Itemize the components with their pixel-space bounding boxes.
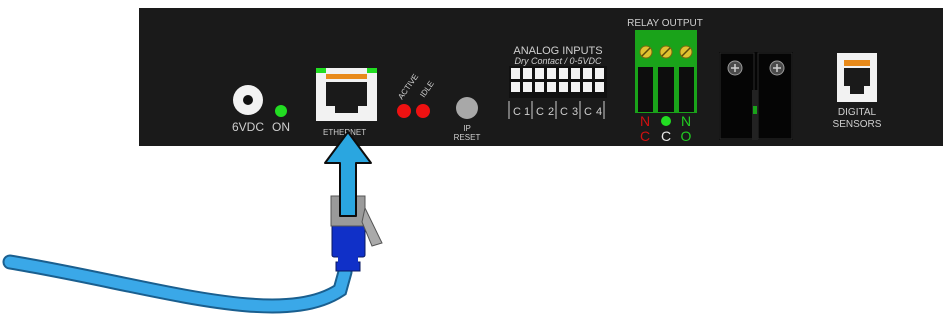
power-jack	[233, 85, 263, 115]
power-on-led	[275, 105, 287, 117]
relay-no-bottom: O	[681, 128, 692, 144]
idle-led	[416, 104, 430, 118]
relay-terminal-block	[635, 30, 697, 113]
digital-sensors-label-line1: DIGITAL	[838, 107, 877, 118]
power-label: 6VDC	[232, 120, 264, 134]
ip-reset-label-line2: RESET	[454, 133, 481, 142]
relay-nc-top: N	[640, 113, 650, 129]
analog-channel-c: C	[584, 106, 592, 118]
ip-reset-button	[456, 97, 478, 119]
analog-inputs-subtitle: Dry Contact / 0-5VDC	[514, 56, 602, 66]
relay-screw-icon	[639, 45, 693, 59]
active-led	[397, 104, 411, 118]
relay-no-top: N	[681, 113, 691, 129]
analog-channel-number: 2	[548, 106, 554, 118]
analog-channel-c: C	[513, 106, 521, 118]
ethernet-cable-highlight	[4, 256, 351, 312]
ip-reset-label-line1: IP	[463, 124, 471, 133]
relay-nc-bottom: C	[640, 128, 650, 144]
analog-channel-number: 4	[596, 106, 602, 118]
relay-c-bottom: C	[661, 128, 671, 144]
on-label: ON	[272, 120, 290, 134]
analog-terminal-block	[509, 66, 607, 98]
device-diagram: 6VDC ON ETHERNET ACTIVE IDLE IP RESET AN…	[2, 8, 943, 314]
analog-channel-c: C	[560, 106, 568, 118]
digital-sensors-label-line2: SENSORS	[833, 119, 882, 130]
relay-common-led	[661, 116, 671, 126]
analog-channel-number: 1	[524, 106, 530, 118]
ethernet-port	[316, 68, 377, 121]
analog-channel-number: 3	[572, 106, 578, 118]
digital-sensors-port	[837, 53, 877, 102]
analog-channel-c: C	[536, 106, 544, 118]
relay-output-title: RELAY OUTPUT	[627, 18, 703, 29]
